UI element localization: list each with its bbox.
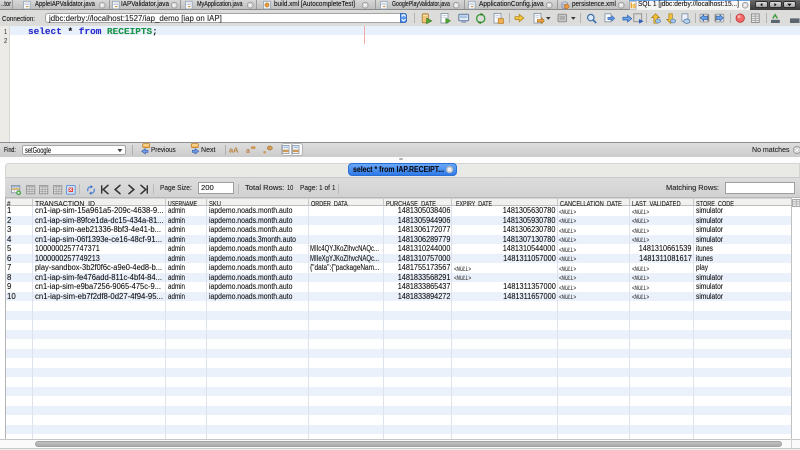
svg-text:aA: aA	[229, 146, 239, 155]
svg-text:a: a	[246, 148, 250, 155]
